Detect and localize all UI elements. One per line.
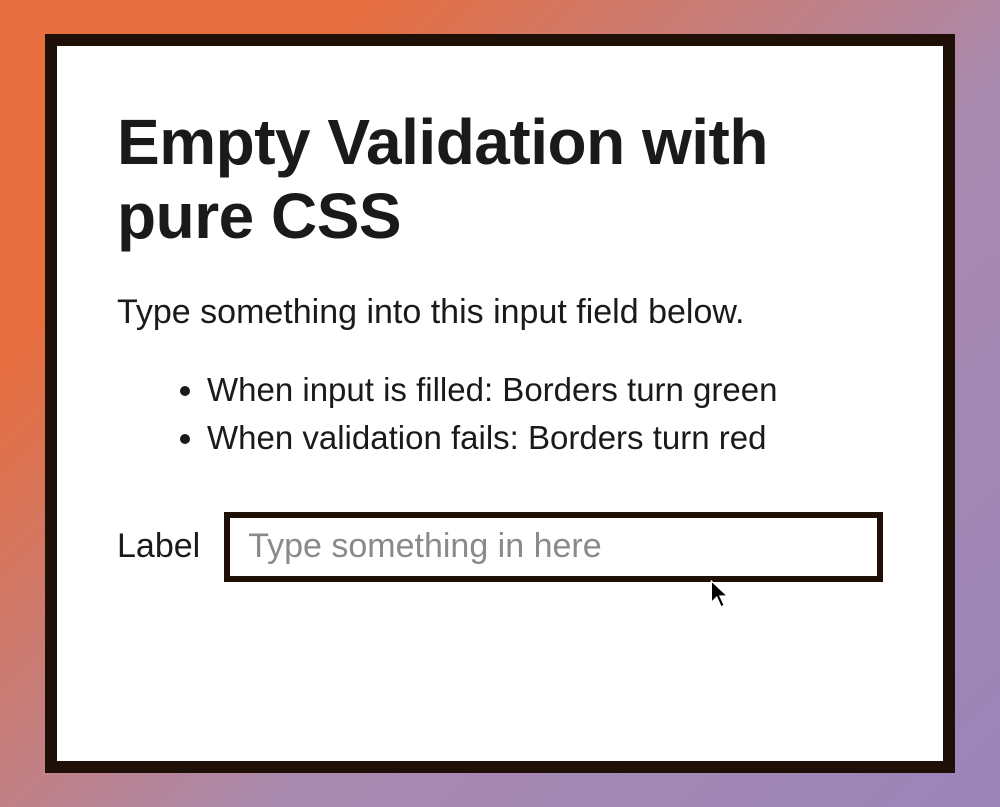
demo-card: Empty Validation with pure CSS Type some… xyxy=(45,34,955,773)
rules-list: When input is filled: Borders turn green… xyxy=(117,366,883,462)
form-row: Label xyxy=(117,512,883,582)
input-label: Label xyxy=(117,527,200,566)
rule-item-filled: When input is filled: Borders turn green xyxy=(207,366,883,414)
rule-item-invalid: When validation fails: Borders turn red xyxy=(207,414,883,462)
instruction-text: Type something into this input field bel… xyxy=(117,293,883,332)
page-title: Empty Validation with pure CSS xyxy=(117,106,883,253)
validation-input[interactable] xyxy=(224,512,883,582)
